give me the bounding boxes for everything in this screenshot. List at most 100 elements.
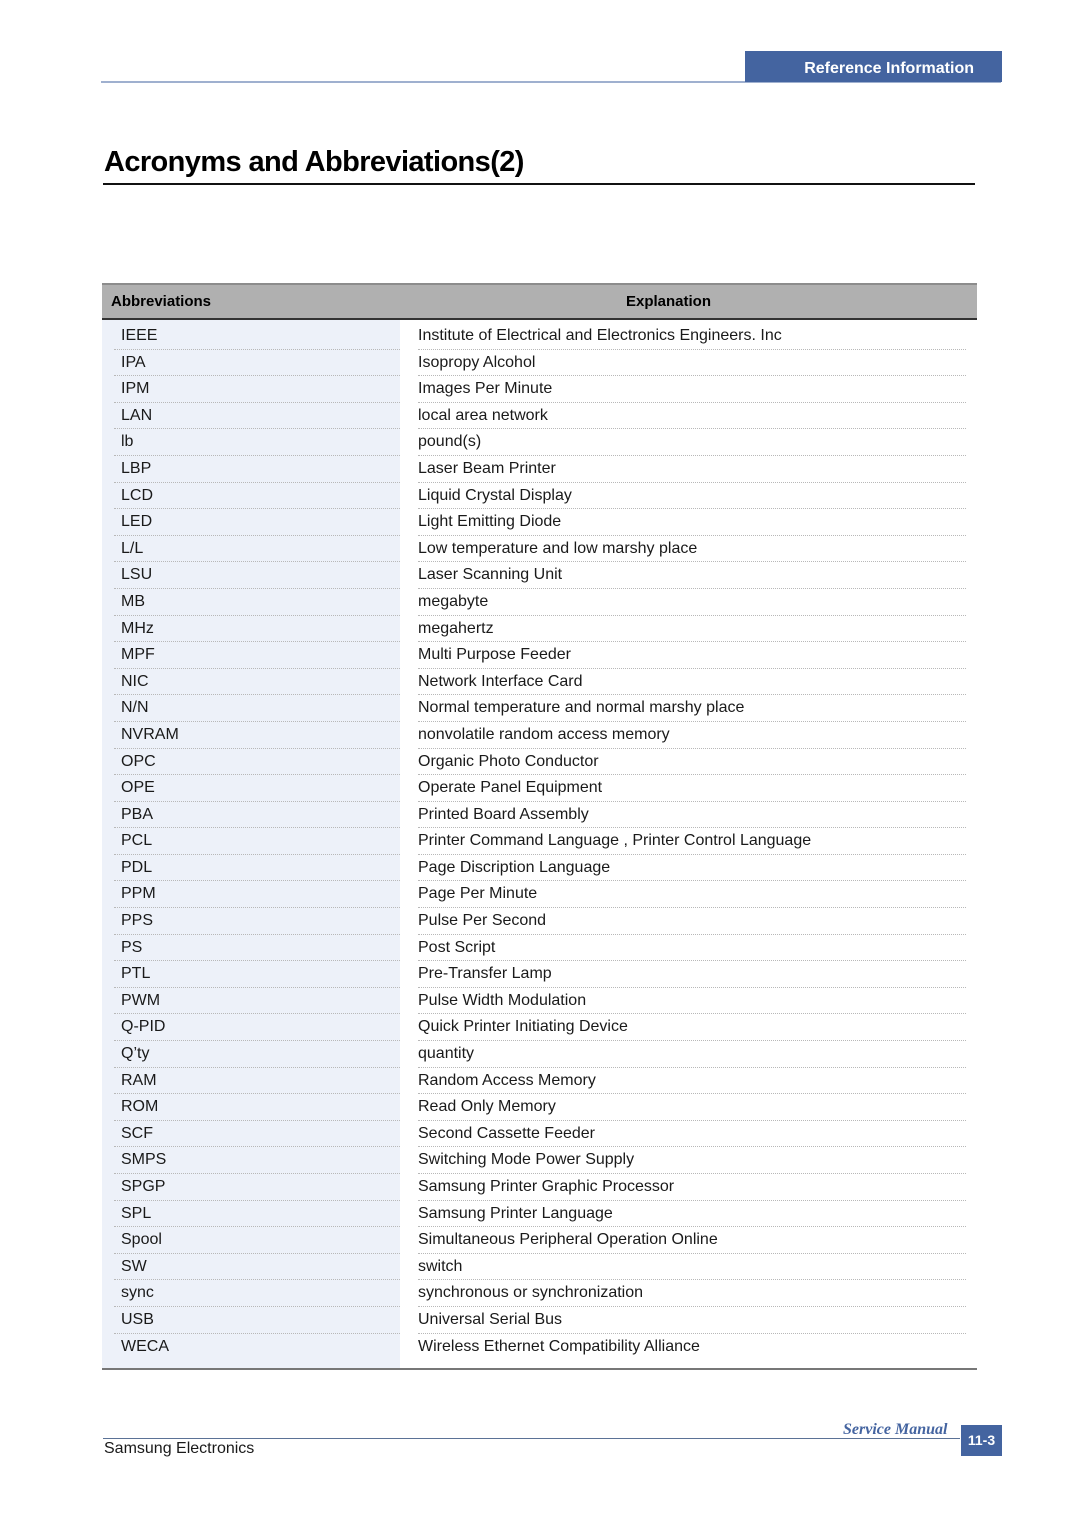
abbreviation-cell: PPM	[102, 881, 400, 909]
abbreviation-cell: ROM	[102, 1094, 400, 1121]
abbreviation-cell: PWM	[102, 988, 400, 1015]
table-row: IEEE Institute of Electrical and Electron…	[102, 323, 977, 350]
explanation-text: pound(s)	[418, 429, 966, 456]
abbreviation-text: LED	[114, 509, 400, 536]
abbreviation-text: NIC	[114, 669, 400, 696]
abbreviation-text: IPA	[114, 350, 400, 377]
table-row: PS Post Script	[102, 935, 977, 962]
table-row: PPM Page Per Minute	[102, 881, 977, 909]
explanation-text: megahertz	[418, 616, 966, 643]
table-row: IPA Isopropy Alcohol	[102, 350, 977, 377]
explanation-cell: Isopropy Alcohol	[400, 350, 977, 377]
explanation-text: Institute of Electrical and Electronics …	[418, 323, 966, 350]
table-row: IPM Images Per Minute	[102, 376, 977, 403]
table-row: PBA Printed Board Assembly	[102, 802, 977, 829]
explanation-text: Pulse Per Second	[418, 908, 966, 935]
explanation-text: switch	[418, 1254, 966, 1281]
abbreviation-cell: IEEE	[102, 323, 400, 350]
abbreviation-text: LAN	[114, 403, 400, 430]
explanation-text: Wireless Ethernet Compatibility Alliance	[418, 1337, 700, 1355]
explanation-text: Network Interface Card	[418, 669, 966, 696]
explanation-text: Pulse Width Modulation	[418, 988, 966, 1015]
abbreviation-text: PTL	[114, 961, 400, 988]
abbreviation-text: N/N	[114, 695, 400, 722]
abbreviation-cell: PPS	[102, 908, 400, 935]
table-body: IEEE Institute of Electrical and Electron…	[102, 320, 977, 1371]
abbreviation-text: PS	[114, 935, 400, 962]
abbreviation-text: LCD	[114, 483, 400, 510]
abbreviation-cell: SMPS	[102, 1147, 400, 1174]
explanation-text: Liquid Crystal Display	[418, 483, 966, 510]
explanation-text: Post Script	[418, 935, 966, 962]
explanation-cell: Pre-Transfer Lamp	[400, 961, 977, 988]
title-underline	[103, 183, 975, 185]
explanation-cell: nonvolatile random access memory	[400, 722, 977, 749]
table-row: sync synchronous or synchronization	[102, 1280, 977, 1307]
abbreviation-text: SPL	[114, 1201, 400, 1228]
abbreviation-cell: SPGP	[102, 1174, 400, 1201]
abbreviation-cell: LAN	[102, 403, 400, 430]
abbreviation-text: sync	[114, 1280, 400, 1307]
explanation-cell: Printer Command Language , Printer Contr…	[400, 828, 977, 855]
abbreviation-cell: PTL	[102, 961, 400, 988]
explanation-text: Laser Scanning Unit	[418, 562, 966, 589]
explanation-text: Simultaneous Peripheral Operation Online	[418, 1227, 966, 1254]
abbreviation-cell: N/N	[102, 695, 400, 722]
explanation-cell: Samsung Printer Graphic Processor	[400, 1174, 977, 1201]
explanation-text: Quick Printer Initiating Device	[418, 1014, 966, 1042]
explanation-cell: megahertz	[400, 616, 977, 643]
explanation-text: synchronous or synchronization	[418, 1280, 966, 1307]
abbreviation-text: LSU	[114, 562, 400, 589]
explanation-cell: Samsung Printer Language	[400, 1201, 977, 1228]
table-header: Abbreviations Explanation	[102, 283, 977, 320]
explanation-cell: Laser Beam Printer	[400, 456, 977, 483]
explanation-text: megabyte	[418, 589, 966, 616]
table-row: SCF Second Cassette Feeder	[102, 1121, 977, 1148]
explanation-cell: Universal Serial Bus	[400, 1307, 977, 1334]
explanation-text: Organic Photo Conductor	[418, 749, 966, 776]
explanation-text: Multi Purpose Feeder	[418, 642, 966, 669]
explanation-text: Page Per Minute	[418, 881, 966, 909]
abbreviation-text: Spool	[114, 1227, 400, 1254]
abbreviation-cell: PDL	[102, 855, 400, 882]
explanation-cell: Images Per Minute	[400, 376, 977, 403]
abbreviation-cell: MPF	[102, 642, 400, 669]
table-row: SPL Samsung Printer Language	[102, 1201, 977, 1228]
abbreviation-cell: Q’ty	[102, 1041, 400, 1068]
abbreviation-cell: Spool	[102, 1227, 400, 1254]
abbreviation-cell: sync	[102, 1280, 400, 1307]
table-row: MHz megahertz	[102, 616, 977, 643]
table-row: USB Universal Serial Bus	[102, 1307, 977, 1334]
table-row: LBP Laser Beam Printer	[102, 456, 977, 483]
abbreviation-text: USB	[114, 1307, 400, 1334]
explanation-cell: Liquid Crystal Display	[400, 483, 977, 510]
abbreviation-text: Q-PID	[114, 1014, 400, 1042]
abbreviation-cell: LED	[102, 509, 400, 536]
page-title: Acronyms and Abbreviations(2)	[104, 146, 524, 178]
abbreviation-text: MB	[114, 589, 400, 616]
explanation-cell: local area network	[400, 403, 977, 430]
abbreviation-text: SMPS	[114, 1147, 400, 1174]
table-rows: IEEE Institute of Electrical and Electron…	[102, 320, 977, 1368]
column-header-abbreviations: Abbreviations	[111, 293, 212, 310]
explanation-text: Page Discription Language	[418, 855, 966, 882]
table-row: LAN local area network	[102, 403, 977, 430]
explanation-cell: synchronous or synchronization	[400, 1280, 977, 1307]
table-row: PPS Pulse Per Second	[102, 908, 977, 935]
explanation-text: Light Emitting Diode	[418, 509, 966, 536]
abbreviation-text: SW	[114, 1254, 400, 1281]
explanation-text: Second Cassette Feeder	[418, 1121, 966, 1148]
abbreviation-cell: LBP	[102, 456, 400, 483]
explanation-cell: Low temperature and low marshy place	[400, 536, 977, 563]
explanation-text: local area network	[418, 403, 966, 430]
abbreviation-cell: MB	[102, 589, 400, 616]
explanation-text: nonvolatile random access memory	[418, 722, 966, 749]
table-row: Q-PID Quick Printer Initiating Device	[102, 1014, 977, 1042]
table-row: Spool Simultaneous Peripheral Operation O…	[102, 1227, 977, 1254]
table-row: L/L Low temperature and low marshy place	[102, 536, 977, 563]
explanation-cell: Quick Printer Initiating Device	[400, 1014, 977, 1042]
abbreviation-text: IPM	[114, 376, 400, 403]
abbreviation-text: MPF	[114, 642, 400, 669]
explanation-text: Printed Board Assembly	[418, 802, 966, 829]
table-row: RAM Random Access Memory	[102, 1068, 977, 1095]
